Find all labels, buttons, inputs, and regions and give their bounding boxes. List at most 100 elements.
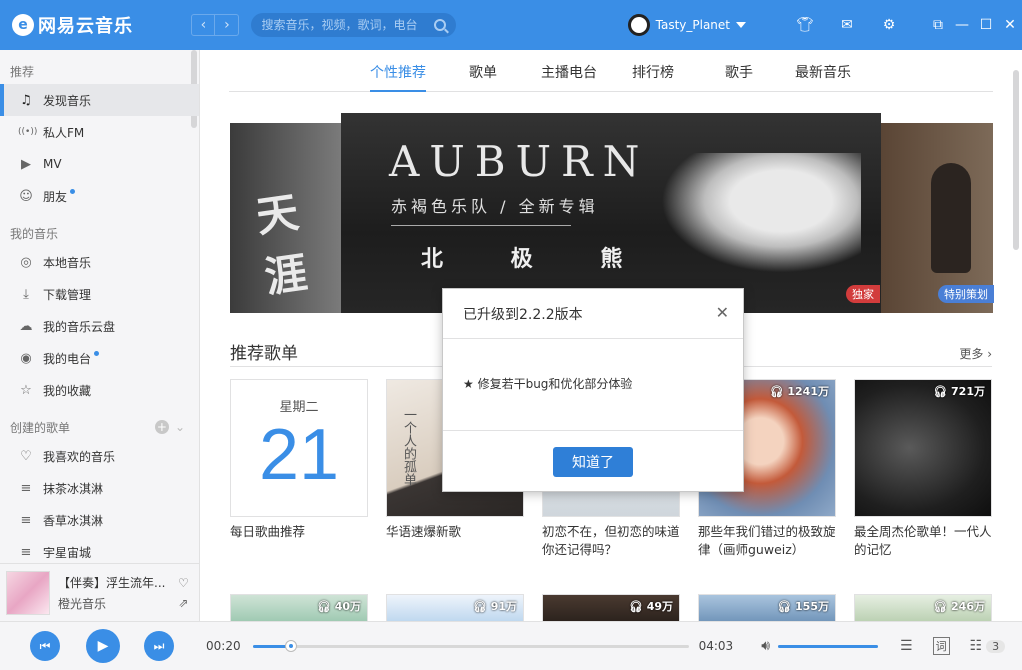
previous-track-button[interactable]: ⏮︎ <box>30 631 60 661</box>
now-playing-title[interactable]: 【伴奏】浮生流年... <box>58 574 178 591</box>
main-scrollbar[interactable] <box>1013 70 1019 250</box>
more-link[interactable]: 更多 › <box>959 345 992 362</box>
play-count: 🎧︎ 1241万 <box>769 385 829 398</box>
maximize-icon[interactable]: ☐ <box>974 16 998 34</box>
user-menu[interactable]: Tasty_Planet <box>627 14 746 36</box>
next-track-button[interactable]: ⏭︎ <box>144 631 174 661</box>
card-title[interactable]: 初恋不在，但初恋的味道你还记得吗？ <box>542 523 680 563</box>
search-input[interactable] <box>261 18 434 32</box>
play-count-value: 1241万 <box>787 385 829 398</box>
app-logo[interactable]: e 网易云音乐 <box>12 12 179 38</box>
tab-new-music[interactable]: 最新音乐 <box>795 62 851 82</box>
user-avatar[interactable] <box>627 14 650 36</box>
acknowledge-button[interactable]: 知道了 <box>553 447 633 477</box>
playlist-actions: + ⌄ <box>154 420 185 434</box>
lyrics-icon[interactable]: 词 <box>932 637 950 655</box>
playlist-card-daily[interactable]: 星期二 21 每日歌曲推荐 <box>230 379 368 563</box>
queue-count[interactable]: 3 <box>986 639 1006 653</box>
sidebar-item-playlist[interactable]: ≡ 香草冰淇淋 <box>0 504 199 536</box>
play-count-value: 721万 <box>951 385 985 398</box>
search-box[interactable] <box>251 13 456 37</box>
playlist-cover[interactable]: 🎧︎ 246万 <box>854 594 992 621</box>
tab-radio[interactable]: 主播电台 <box>541 62 597 82</box>
volume-slider[interactable] <box>778 644 879 648</box>
volume-icon[interactable]: 🔊︎ <box>761 638 770 654</box>
sidebar-item-downloads[interactable]: ⤓ 下载管理 <box>0 278 199 310</box>
forward-button[interactable]: › <box>215 14 240 36</box>
play-count: 🎧︎ 155万 <box>777 600 829 613</box>
sidebar-item-cloud[interactable]: ☁ 我的音乐云盘 <box>0 310 199 342</box>
title-bar: e 网易云音乐 ‹ › Tasty_Planet 👕︎ ✉ ⚙ ⧉ — ☐ ✕ <box>0 0 1022 50</box>
play-button[interactable]: ▶ <box>86 629 120 663</box>
sidebar-item-friends[interactable]: ☺ 朋友 <box>0 180 199 212</box>
card-title[interactable]: 每日歌曲推荐 <box>230 523 368 563</box>
sidebar-item-favorites[interactable]: ☆ 我的收藏 <box>0 374 199 406</box>
music-note-icon: ♫ <box>20 92 32 108</box>
tab-personal-recommend[interactable]: 个性推荐 <box>370 62 426 92</box>
mini-mode-icon[interactable]: ⧉ <box>926 16 950 34</box>
playlist-card[interactable]: 🎧︎ 246万 <box>854 594 992 621</box>
skin-shirt-icon[interactable]: 👕︎ <box>796 16 814 34</box>
playlist-card[interactable]: 🎧︎ 49万 <box>542 594 680 621</box>
gear-icon[interactable]: ⚙ <box>880 16 898 34</box>
progress-bar[interactable] <box>252 639 689 652</box>
minimize-icon[interactable]: — <box>950 16 974 34</box>
banner-album: 北 极 熊 <box>421 247 653 272</box>
add-playlist-icon[interactable]: + <box>154 420 169 434</box>
chevron-down-icon[interactable] <box>736 22 746 28</box>
close-icon[interactable]: ✕ <box>998 16 1022 34</box>
daily-calendar[interactable]: 星期二 21 <box>230 379 368 517</box>
playlist-queue-icon[interactable]: ☷ <box>970 638 983 654</box>
playlist-card[interactable]: 🎧︎ 40万 <box>230 594 368 621</box>
sidebar-item-label: 我的电台 <box>43 351 92 366</box>
playlist-icon: ≡ <box>20 544 32 560</box>
back-button[interactable]: ‹ <box>191 14 216 36</box>
sidebar-item-label: 我的收藏 <box>43 383 92 398</box>
username[interactable]: Tasty_Planet <box>656 18 730 32</box>
tab-charts[interactable]: 排行榜 <box>632 62 674 82</box>
playlist-card[interactable]: 🎧︎ 721万 最全周杰伦歌单！一代人的记忆 <box>854 379 992 563</box>
video-icon: ▶ <box>21 156 31 172</box>
card-title[interactable]: 最全周杰伦歌单！一代人的记忆 <box>854 523 992 563</box>
card-title[interactable]: 华语速爆新歌 <box>386 523 524 563</box>
tab-artists[interactable]: 歌手 <box>725 62 753 82</box>
chevron-down-icon[interactable]: ⌄ <box>175 420 185 434</box>
playlist-cover[interactable]: 🎧︎ 49万 <box>542 594 680 621</box>
heart-icon[interactable]: ♡ <box>178 576 189 590</box>
playlist-cover[interactable]: 🎧︎ 91万 <box>386 594 524 621</box>
now-playing-cover[interactable] <box>6 570 50 615</box>
mail-icon[interactable]: ✉ <box>838 16 856 34</box>
search-icon[interactable] <box>433 19 446 31</box>
card-title[interactable]: 那些年我们错过的极致旋律（画师guweiz） <box>698 523 836 563</box>
sidebar-item-mv[interactable]: ▶ MV <box>0 148 199 180</box>
banner-left-text: 天涯 <box>253 187 311 303</box>
sidebar-item-playlist[interactable]: ≡ 抹茶冰淇淋 <box>0 472 199 504</box>
progress-handle[interactable] <box>284 639 297 652</box>
sidebar-item-discover[interactable]: ♫ 发现音乐 <box>0 84 199 116</box>
playlist-cover[interactable]: 🎧︎ 721万 <box>854 379 992 517</box>
banner-main[interactable]: AUBURN 赤褐色乐队 / 全新专辑 北 极 熊 <box>341 113 881 313</box>
now-playing-artist[interactable]: 橙光音乐 <box>58 595 178 612</box>
sidebar-item-my-radio[interactable]: ◉ 我的电台 <box>0 342 199 374</box>
tab-playlists[interactable]: 歌单 <box>469 62 497 82</box>
section-title: 创建的歌单 <box>10 420 71 435</box>
more-label[interactable]: 更多 <box>959 347 983 361</box>
playlist-card[interactable]: 🎧︎ 91万 <box>386 594 524 621</box>
play-mode-icon[interactable]: ☰ <box>900 638 913 654</box>
sidebar-item-fm[interactable]: ((•)) 私人FM <box>0 116 199 148</box>
banner-title: AUBURN <box>389 137 650 186</box>
sidebar-item-local-music[interactable]: ◎ 本地音乐 <box>0 246 199 278</box>
share-icon[interactable]: ⇗ <box>178 596 188 610</box>
weekday-label: 星期二 <box>279 400 319 415</box>
sidebar-item-playlist[interactable]: ≡ 宇星宙城 <box>0 536 199 563</box>
playlist-card[interactable]: 🎧︎ 155万 <box>698 594 836 621</box>
banner-subtitle: 赤褐色乐队 / 全新专辑 <box>391 197 599 216</box>
sidebar-item-liked-music[interactable]: ♡ 我喜欢的音乐 <box>0 440 199 472</box>
netease-logo-icon: e <box>12 14 34 36</box>
playlist-cover[interactable]: 🎧︎ 40万 <box>230 594 368 621</box>
close-icon[interactable]: ✕ <box>716 303 729 322</box>
sidebar-section-created-playlists: 创建的歌单 + ⌄ <box>0 406 199 440</box>
play-count-value: 91万 <box>490 600 517 613</box>
playlist-cover[interactable]: 🎧︎ 155万 <box>698 594 836 621</box>
banner-prev-slide[interactable]: 天涯 <box>230 123 342 313</box>
